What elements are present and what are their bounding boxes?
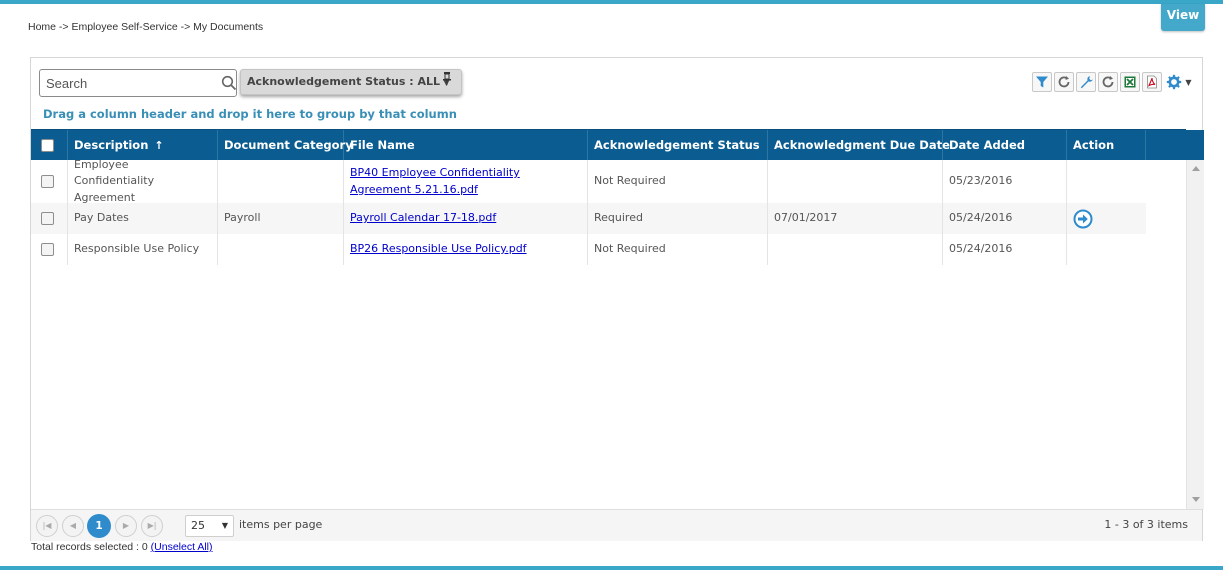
group-drop-hint: Drag a column header and drop it here to… (43, 107, 457, 121)
refresh-icon (1058, 76, 1070, 88)
action-cell (1067, 203, 1146, 234)
pdf-icon (1147, 75, 1157, 89)
bottom-accent-bar (0, 566, 1223, 570)
due-date-cell: 07/01/2017 (768, 203, 943, 234)
grid-header: Description ↑ Document Category File Name… (31, 129, 1204, 161)
category-cell: Payroll (218, 203, 344, 234)
last-page-button[interactable]: ▶| (141, 515, 163, 537)
column-header-acknowledgement-status[interactable]: Acknowledgement Status (588, 130, 768, 161)
pin-icon[interactable] (442, 70, 452, 95)
action-cell (1067, 160, 1146, 203)
header-scroll-spacer (1186, 130, 1204, 161)
export-excel-button[interactable] (1120, 72, 1140, 92)
table-row[interactable]: Pay Dates Payroll Payroll Calendar 17-18… (31, 203, 1146, 234)
grid-toolbar: ▼ (1032, 72, 1194, 92)
chevron-down-icon: ▼ (1185, 77, 1192, 87)
row-checkbox[interactable] (41, 212, 54, 225)
action-cell (1067, 234, 1146, 265)
column-header-action[interactable]: Action (1067, 130, 1146, 161)
grid-pager: |◀ ◀ 1 ▶ ▶| 25 ▼ items per page 1 - 3 of… (31, 509, 1202, 541)
reset-button[interactable] (1098, 72, 1118, 92)
ack-filter-label: Acknowledgement Status : ALL (247, 75, 441, 88)
search-input[interactable] (40, 70, 216, 96)
date-added-cell: 05/23/2016 (943, 160, 1067, 203)
row-select-cell (31, 203, 68, 234)
pager-info: 1 - 3 of 3 items (1104, 518, 1188, 531)
category-cell (218, 234, 344, 265)
total-selected-text: Total records selected : 0 (31, 541, 148, 553)
due-date-cell (768, 160, 943, 203)
date-added-cell: 05/24/2016 (943, 234, 1067, 265)
select-all-header (31, 130, 68, 161)
vertical-scrollbar[interactable] (1186, 160, 1204, 509)
export-pdf-button[interactable] (1142, 72, 1162, 92)
acknowledgement-status-filter[interactable]: Acknowledgement Status : ALL ▼ (240, 69, 462, 95)
description-cell: Pay Dates (68, 203, 218, 234)
due-date-cell (768, 234, 943, 265)
first-page-button[interactable]: |◀ (36, 515, 58, 537)
settings-wrench-button[interactable] (1076, 72, 1096, 92)
column-header-acknowledgment-due-date[interactable]: Acknowledgment Due Date (768, 130, 950, 161)
file-link[interactable]: BP26 Responsible Use Policy.pdf (350, 241, 527, 258)
refresh-icon (1102, 76, 1114, 88)
ack-status-cell: Required (588, 203, 768, 234)
column-header-date-added[interactable]: Date Added (943, 130, 1067, 161)
file-name-cell: Payroll Calendar 17-18.pdf (344, 203, 588, 234)
current-page-button[interactable]: 1 (87, 514, 111, 538)
column-header-document-category[interactable]: Document Category (218, 130, 353, 161)
next-page-button[interactable]: ▶ (115, 515, 137, 537)
filter-button[interactable] (1032, 72, 1052, 92)
breadcrumb: Home -> Employee Self-Service -> My Docu… (28, 21, 264, 33)
wrench-icon (1080, 76, 1093, 89)
search-icon[interactable] (221, 75, 237, 91)
scroll-up-icon[interactable] (1192, 166, 1200, 171)
file-name-cell: BP40 Employee Confidentiality Agreement … (344, 160, 588, 203)
description-cell: Employee Confidentiality Agreement (68, 158, 218, 204)
row-select-cell (31, 234, 68, 265)
row-checkbox[interactable] (41, 175, 54, 188)
column-label: Description (74, 138, 149, 152)
file-link[interactable]: Payroll Calendar 17-18.pdf (350, 210, 496, 227)
previous-page-button[interactable]: ◀ (62, 515, 84, 537)
date-added-cell: 05/24/2016 (943, 203, 1067, 234)
ack-status-cell: Not Required (588, 234, 768, 265)
row-select-cell (31, 160, 68, 203)
select-all-checkbox[interactable] (41, 139, 54, 152)
search-box (39, 69, 237, 97)
page-size-value: 25 (191, 519, 205, 532)
filter-icon (1036, 76, 1048, 88)
grid-settings-menu[interactable]: ▼ (1164, 72, 1194, 92)
excel-icon (1124, 76, 1136, 88)
total-selected-footer: Total records selected : 0 (Unselect All… (31, 541, 213, 553)
description-cell: Responsible Use Policy (68, 234, 218, 265)
refresh-filter-button[interactable] (1054, 72, 1074, 92)
unselect-all-link[interactable]: (Unselect All) (151, 541, 213, 553)
category-cell (218, 160, 344, 203)
row-checkbox[interactable] (41, 243, 54, 256)
top-accent-bar (0, 0, 1223, 4)
page-size-select[interactable]: 25 ▼ (185, 515, 234, 537)
documents-panel: Acknowledgement Status : ALL▼ ▼ Drag a c… (30, 57, 1204, 541)
table-row[interactable]: Employee Confidentiality Agreement BP40 … (31, 158, 1146, 204)
file-name-cell: BP26 Responsible Use Policy.pdf (344, 234, 588, 265)
chevron-down-icon: ▼ (221, 521, 228, 530)
gear-icon (1167, 74, 1182, 90)
arrow-right-circle-icon[interactable] (1073, 209, 1093, 229)
items-per-page-label: items per page (239, 518, 323, 531)
ack-status-cell: Not Required (588, 160, 768, 203)
view-tab[interactable]: View (1161, 4, 1205, 31)
file-link[interactable]: BP40 Employee Confidentiality Agreement … (350, 165, 581, 198)
sort-ascending-icon: ↑ (154, 139, 164, 152)
scroll-down-icon[interactable] (1192, 497, 1200, 502)
table-row[interactable]: Responsible Use Policy BP26 Responsible … (31, 234, 1146, 265)
column-header-file-name[interactable]: File Name (344, 130, 588, 161)
